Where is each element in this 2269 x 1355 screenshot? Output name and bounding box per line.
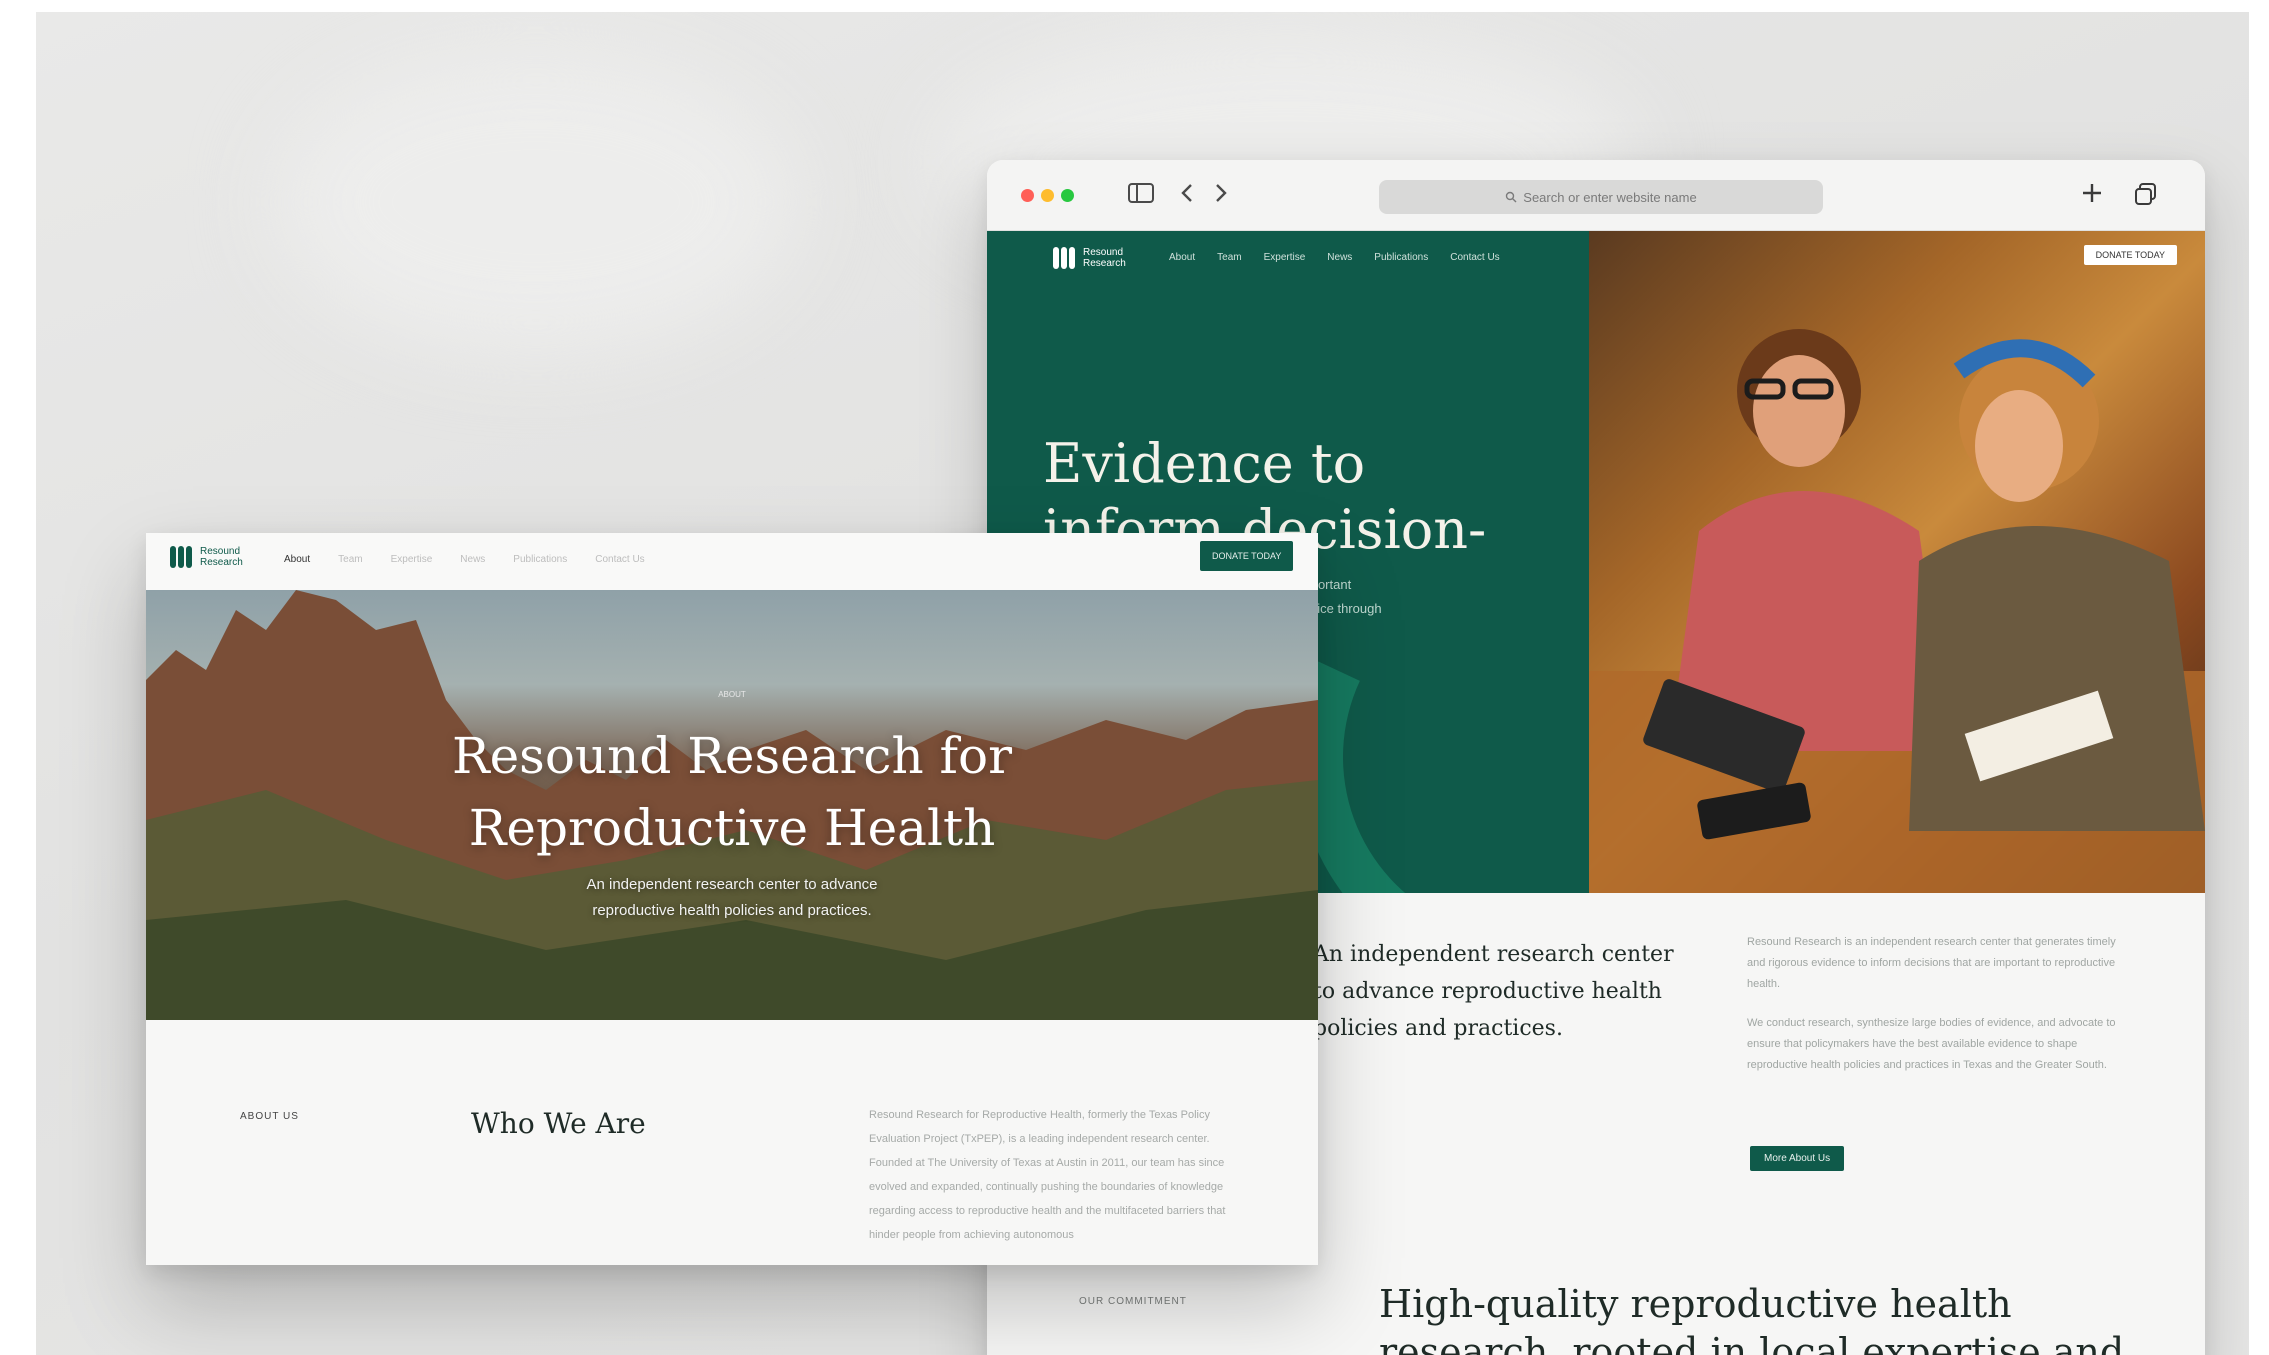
logo-text-line1: Resound — [1083, 247, 1124, 258]
nav-item-team[interactable]: Team — [338, 554, 362, 565]
logo-icon — [1053, 247, 1075, 269]
browser-toolbar: Search or enter website name — [987, 160, 2205, 231]
nav-item-about[interactable]: About — [284, 554, 310, 565]
site-header: Resound Research About Team Expertise Ne… — [146, 533, 1318, 590]
photo-illustration — [1589, 329, 2205, 893]
hero-subtitle: An independent research center to advanc… — [146, 872, 1318, 924]
showcase-backdrop: Search or enter website name Resound Res… — [36, 12, 2249, 1355]
section-title: High-quality reproductive health researc… — [1379, 1282, 2125, 1355]
nav-item-publications[interactable]: Publications — [1374, 252, 1428, 263]
address-bar[interactable]: Search or enter website name — [1379, 180, 1823, 214]
backdrop-shape — [276, 52, 796, 352]
logo-text-line2: Research — [200, 557, 243, 568]
hero-title: Resound Research for Reproductive Health — [146, 720, 1318, 864]
hero-banner: ABOUT Resound Research for Reproductive … — [146, 590, 1318, 1020]
nav-item-expertise[interactable]: Expertise — [391, 554, 433, 565]
intro-body: Resound Research is an independent resea… — [1747, 932, 2117, 1076]
section-title: Who We Are — [471, 1107, 646, 1140]
zoom-window-button[interactable] — [1061, 189, 1074, 202]
close-window-button[interactable] — [1021, 189, 1034, 202]
section-label: ABOUT US — [240, 1111, 299, 1122]
minimize-window-button[interactable] — [1041, 189, 1054, 202]
plus-icon[interactable] — [2079, 180, 2105, 211]
intro-paragraph: Resound Research is an independent resea… — [1747, 936, 2116, 990]
sidebar-icon[interactable] — [1127, 181, 1155, 210]
nav-item-expertise[interactable]: Expertise — [1264, 252, 1306, 263]
site-nav: About Team Expertise News Publications C… — [1169, 252, 1500, 263]
nav-item-news[interactable]: News — [1327, 252, 1352, 263]
nav-item-publications[interactable]: Publications — [513, 554, 567, 565]
more-about-us-button[interactable]: More About Us — [1750, 1146, 1845, 1171]
logo-icon — [170, 546, 192, 568]
search-icon — [1506, 191, 1517, 203]
hero-subtitle-line1: An independent research center to advanc… — [586, 876, 878, 893]
section-body: Resound Research for Reproductive Health… — [869, 1109, 1226, 1241]
browser-window-left: Resound Research About Team Expertise Ne… — [146, 533, 1318, 1265]
forward-icon[interactable] — [1213, 181, 1229, 210]
nav-item-about[interactable]: About — [1169, 252, 1195, 263]
logo-text-line1: Resound — [200, 546, 241, 557]
back-icon[interactable] — [1179, 181, 1195, 210]
donate-button[interactable]: DONATE TODAY — [2083, 245, 2177, 265]
donate-button[interactable]: DONATE TODAY — [1200, 541, 1294, 571]
section-label: OUR COMMITMENT — [1079, 1296, 1187, 1307]
intro-lead: An independent research center to advanc… — [1313, 942, 1674, 1041]
site-logo[interactable]: Resound Research — [1053, 247, 1126, 269]
hero-photo: DONATE TODAY — [1589, 231, 2205, 893]
logo-text-line2: Research — [1083, 258, 1126, 269]
nav-item-team[interactable]: Team — [1217, 252, 1241, 263]
site-nav: About Team Expertise News Publications C… — [284, 554, 645, 565]
hero-eyebrow: ABOUT — [718, 690, 746, 699]
hero-title-line2: Reproductive Health — [468, 799, 996, 857]
intro-paragraph: We conduct research, synthesize large bo… — [1747, 1017, 2116, 1071]
address-bar-placeholder: Search or enter website name — [1523, 189, 1697, 205]
tabs-icon[interactable] — [2133, 181, 2159, 212]
hero-title-line1: Resound Research for — [451, 727, 1013, 785]
site-logo[interactable]: Resound Research — [170, 546, 243, 568]
nav-item-contact[interactable]: Contact Us — [1450, 252, 1499, 263]
nav-item-contact[interactable]: Contact Us — [595, 554, 644, 565]
nav-item-news[interactable]: News — [460, 554, 485, 565]
hero-subtitle-line2: reproductive health policies and practic… — [592, 902, 872, 919]
